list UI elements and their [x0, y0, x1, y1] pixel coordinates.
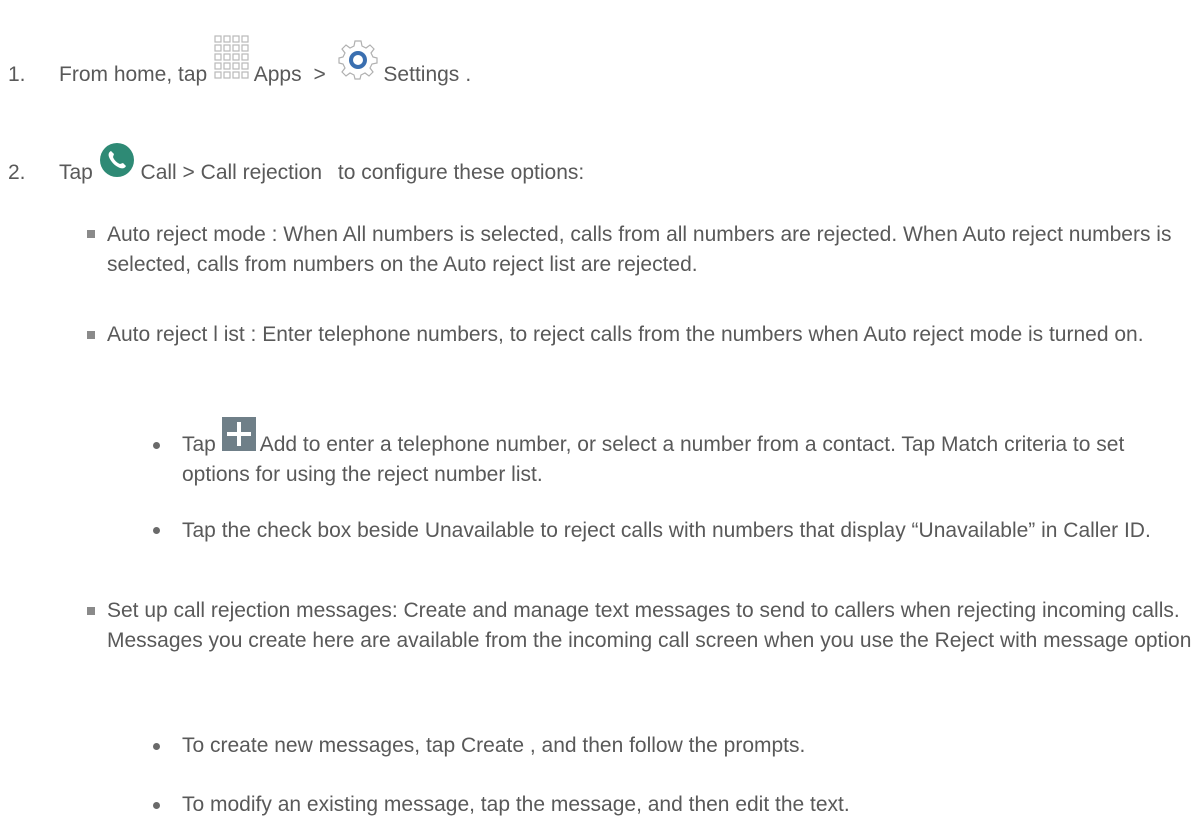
- settings-label: Settings: [383, 63, 460, 86]
- bullet-square: [87, 230, 95, 238]
- step-2-text: Tap: [59, 161, 99, 184]
- sub-option-modify: To modify an existing message, tap the m…: [182, 793, 850, 816]
- step-2: 2. Tap Call > Call rejection to configure…: [0, 142, 585, 186]
- sub-option-add: Tap Add to enter a telephone number, or …: [182, 416, 1182, 490]
- sub-option-create: To create new messages, tap Create , and…: [182, 734, 806, 757]
- option-auto-reject-mode: Auto reject mode : When All numbers is s…: [107, 223, 1172, 276]
- apps-grid-icon: [213, 34, 249, 87]
- step-1: 1. From home, tap Apps > Settings .: [0, 35, 472, 88]
- sub-bullet-dot: [153, 743, 160, 750]
- step-2-tail: to configure these options:: [337, 161, 585, 184]
- sub-option-add-text: Add to enter a telephone number, or sele…: [182, 433, 1125, 486]
- phone-call-icon: [99, 142, 135, 185]
- step-1-period: .: [465, 63, 472, 86]
- settings-gear-icon: [337, 40, 378, 87]
- bullet-square: [87, 607, 95, 615]
- step-1-number: 1.: [8, 63, 26, 86]
- instruction-page: 1. From home, tap Apps > Settings . 2. T…: [0, 0, 1202, 829]
- option-call-rejection-messages: Set up call rejection messages: Create a…: [107, 599, 1192, 652]
- sub-option-add-prefix: Tap: [182, 433, 222, 456]
- call-label: Call > Call rejection: [140, 161, 323, 184]
- option-auto-reject-list: Auto reject l ist : Enter telephone numb…: [107, 323, 1144, 346]
- bullet-square: [87, 331, 95, 339]
- sub-bullet-dot: [153, 527, 160, 534]
- apps-label: Apps: [253, 63, 302, 86]
- sub-option-unavailable: Tap the check box beside Unavailable to …: [182, 519, 1151, 542]
- sub-bullet-dot: [153, 802, 160, 809]
- separator: >: [313, 63, 326, 86]
- step-2-number: 2.: [8, 161, 26, 184]
- sub-bullet-dot: [153, 442, 160, 449]
- step-1-text: From home, tap: [59, 63, 214, 86]
- plus-add-icon: [221, 416, 256, 460]
